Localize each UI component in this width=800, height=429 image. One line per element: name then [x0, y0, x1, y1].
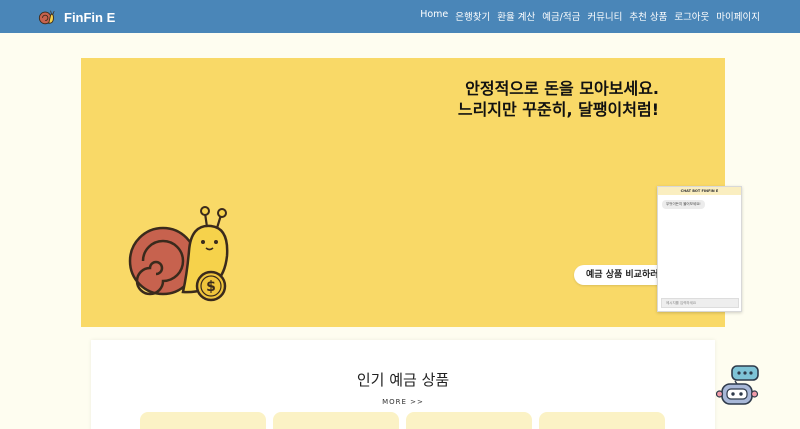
section-title: 인기 예금 상품	[356, 371, 450, 389]
popular-deposits-section: 인기 예금 상품 MORE >>	[91, 340, 715, 429]
snail-logo-icon	[38, 10, 55, 25]
hero-banner: 안정적으로 돈을 모아보세요. 느리지만 꾸준히, 달팽이처럼! $ 예금 상품…	[81, 58, 725, 327]
product-card[interactable]	[406, 412, 532, 429]
robot-chatbot-icon[interactable]	[716, 364, 762, 408]
more-link[interactable]: MORE >>	[91, 398, 715, 406]
nav-recommended-products[interactable]: 추천 상품	[629, 9, 667, 23]
svg-text:$: $	[206, 279, 216, 295]
product-card[interactable]	[273, 412, 399, 429]
main-nav: Home 은행찾기 환율 계산 예금/적금 커뮤니티 추천 상품 로그아웃 마이…	[420, 9, 760, 23]
chatbot-message: 무엇이든지 물어보세요!	[662, 200, 705, 209]
brand[interactable]: FinFin E	[38, 6, 115, 28]
hero-headline: 안정적으로 돈을 모아보세요. 느리지만 꾸준히, 달팽이처럼!	[458, 78, 659, 120]
navbar: FinFin E Home 은행찾기 환율 계산 예금/적금 커뮤니티 추천 상…	[0, 0, 800, 33]
hero-headline-line2: 느리지만 꾸준히, 달팽이처럼!	[457, 100, 659, 119]
hero-headline-line1: 안정적으로 돈을 모아보세요.	[465, 79, 659, 98]
nav-logout[interactable]: 로그아웃	[674, 9, 709, 23]
chatbot-window: CHAT BOT FINFIN E 무엇이든지 물어보세요! 메시지를 입력하세…	[657, 186, 742, 312]
nav-deposit-savings[interactable]: 예금/적금	[542, 9, 580, 23]
chatbot-input[interactable]: 메시지를 입력하세요	[661, 298, 739, 308]
nav-exchange-calculator[interactable]: 환율 계산	[497, 9, 535, 23]
brand-name: FinFin E	[64, 9, 116, 25]
nav-find-bank[interactable]: 은행찾기	[455, 9, 490, 23]
nav-mypage[interactable]: 마이페이지	[716, 9, 760, 23]
nav-community[interactable]: 커뮤니티	[587, 9, 622, 23]
product-card[interactable]	[539, 412, 665, 429]
product-card[interactable]	[140, 412, 266, 429]
nav-home[interactable]: Home	[420, 9, 448, 23]
snail-coin-icon: $	[128, 206, 229, 302]
chatbot-header: CHAT BOT FINFIN E	[658, 187, 741, 195]
